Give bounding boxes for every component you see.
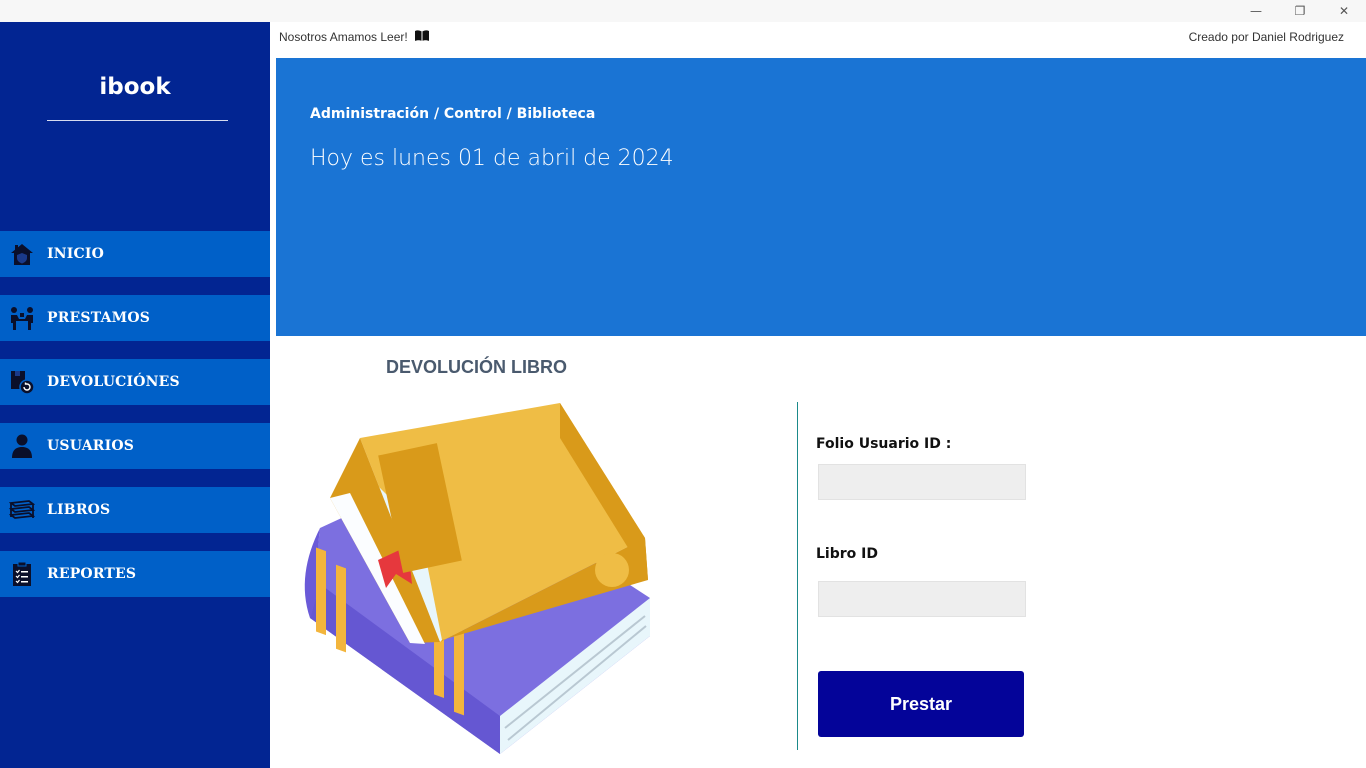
home-shield-icon: [9, 241, 35, 267]
sidebar-item-label: DEVOLUCIÓNES: [47, 374, 180, 390]
sidebar-item-libros[interactable]: LIBROS: [0, 487, 270, 533]
sidebar-item-inicio[interactable]: INICIO: [0, 231, 270, 277]
clipboard-icon: [9, 561, 35, 587]
user-icon: [9, 433, 35, 459]
window-titlebar: — ❐ ✕: [0, 0, 1366, 22]
libro-id-label: Libro ID: [816, 546, 878, 562]
return-box-icon: [9, 369, 35, 395]
sidebar-item-label: INICIO: [47, 246, 104, 262]
people-exchange-icon: [9, 305, 35, 331]
tagline: Nosotros Amamos Leer!: [279, 29, 430, 45]
page-title: DEVOLUCIÓN LIBRO: [386, 357, 568, 377]
sidebar-item-devoluciones[interactable]: DEVOLUCIÓNES: [0, 359, 270, 405]
sidebar-item-label: LIBROS: [47, 502, 111, 518]
sidebar-item-label: USUARIOS: [47, 438, 135, 454]
sidebar-item-reportes[interactable]: REPORTES: [0, 551, 270, 597]
books-icon: [9, 497, 35, 523]
app-logo: ibook: [99, 74, 171, 100]
sidebar-item-label: PRESTAMOS: [47, 310, 151, 326]
current-date: Hoy es lunes 01 de abril de 2024: [310, 146, 674, 171]
folio-usuario-label: Folio Usuario ID :: [816, 436, 952, 452]
open-book-icon: [414, 29, 430, 45]
header-banner: Administración / Control / Biblioteca Ho…: [276, 58, 1366, 336]
prestar-button[interactable]: Prestar: [818, 671, 1024, 737]
breadcrumb: Administración / Control / Biblioteca: [310, 106, 596, 122]
tagline-text: Nosotros Amamos Leer!: [279, 30, 408, 44]
sidebar-item-label: REPORTES: [47, 566, 137, 582]
author-credit: Creado por Daniel Rodriguez: [1188, 30, 1344, 44]
minimize-icon[interactable]: —: [1234, 0, 1278, 22]
maximize-icon[interactable]: ❐: [1278, 0, 1322, 22]
books-illustration: [290, 398, 670, 760]
form-divider: [797, 402, 798, 750]
sidebar: ibook INICIO PRESTAMOS DEVOLUCIÓNES USUA…: [0, 22, 270, 768]
folio-usuario-input[interactable]: [818, 464, 1026, 500]
logo-divider: [47, 120, 228, 121]
sidebar-item-usuarios[interactable]: USUARIOS: [0, 423, 270, 469]
libro-id-input[interactable]: [818, 581, 1026, 617]
close-icon[interactable]: ✕: [1322, 0, 1366, 22]
sidebar-item-prestamos[interactable]: PRESTAMOS: [0, 295, 270, 341]
